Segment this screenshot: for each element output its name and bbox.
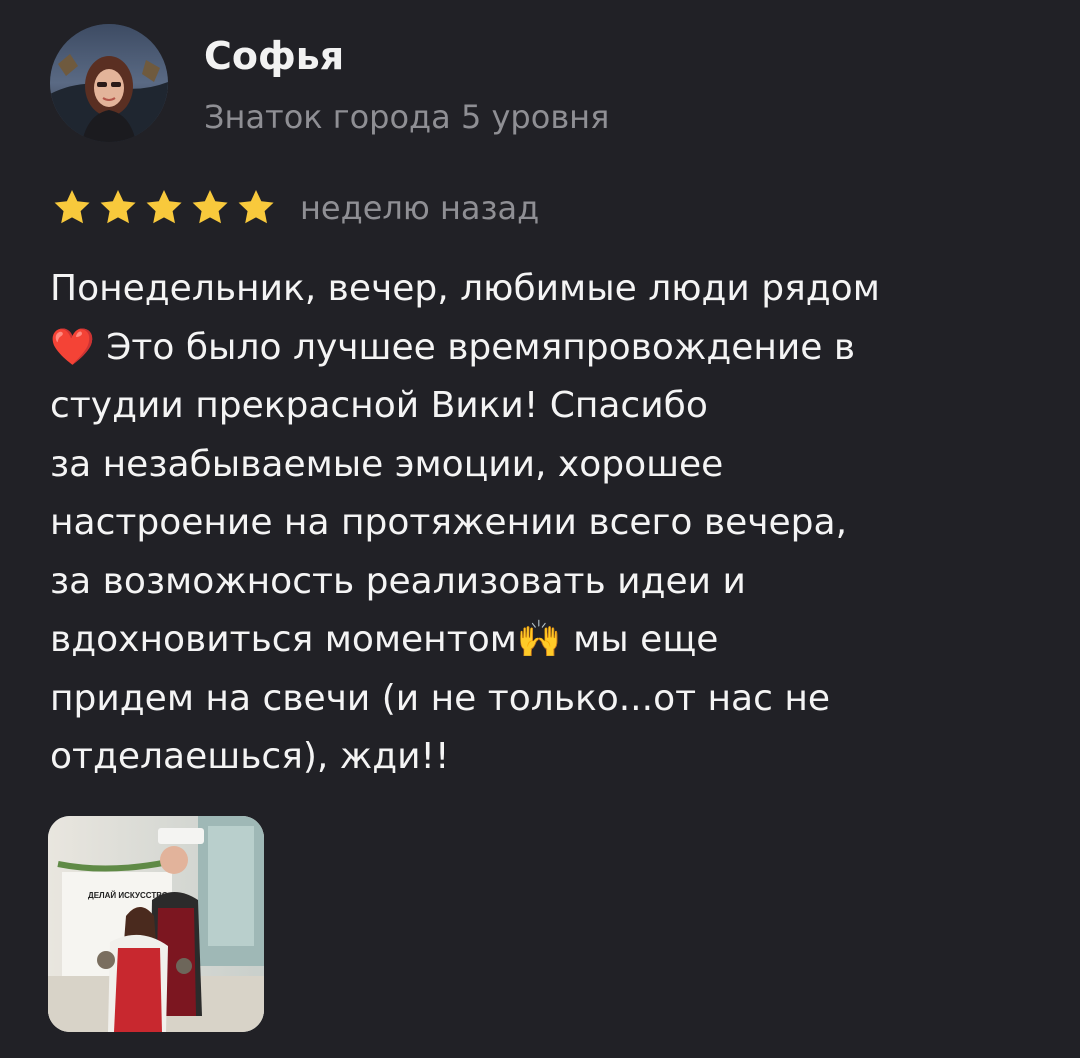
star-icon: [142, 186, 186, 230]
author-avatar[interactable]: [50, 24, 168, 142]
star-rating: [50, 186, 278, 230]
review-photo-thumbnail[interactable]: ДЕЛАЙ ИСКУССТВО: [48, 816, 264, 1032]
rating-row: неделю назад: [50, 182, 539, 234]
star-icon: [234, 186, 278, 230]
author-name[interactable]: Софья: [204, 30, 344, 82]
avatar-photo-icon: [50, 24, 168, 142]
review-date: неделю назад: [300, 189, 540, 227]
author-level: Знаток города 5 уровня: [204, 98, 610, 136]
review-photo-icon: ДЕЛАЙ ИСКУССТВО: [48, 816, 264, 1032]
review-card: Софья Знаток города 5 уровня неделю наза…: [0, 0, 1080, 1058]
star-icon: [96, 186, 140, 230]
star-icon: [50, 186, 94, 230]
star-icon: [188, 186, 232, 230]
review-text: Понедельник, вечер, любимые люди рядом ❤…: [50, 268, 880, 777]
